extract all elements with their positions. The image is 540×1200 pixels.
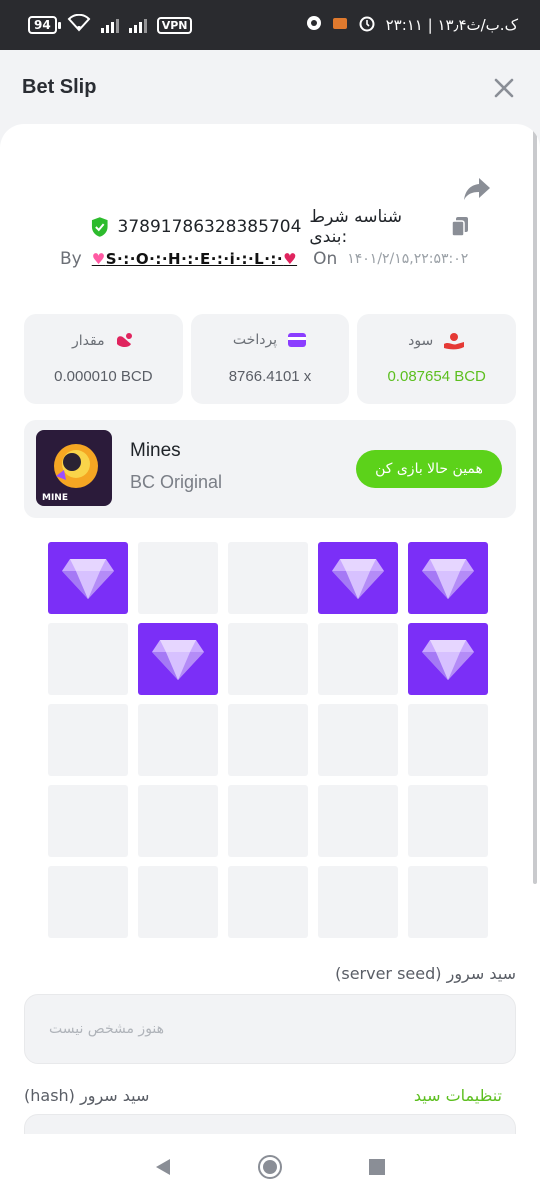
bet-timestamp: ۱۴۰۱/۲/۱۵,۲۲:۵۳:۰۲ [347, 251, 469, 267]
signal-icon [100, 17, 119, 33]
mines-tile [138, 542, 218, 614]
mines-tile [48, 785, 128, 857]
server-seed-field[interactable] [24, 994, 516, 1064]
mines-tile [48, 704, 128, 776]
game-provider: BC Original [130, 472, 223, 492]
battery-icon: 94 [28, 16, 61, 34]
copy-icon [451, 217, 468, 237]
mines-tile [318, 866, 398, 938]
game-card[interactable]: MINE Mines BC Original همین حالا بازی کن [24, 420, 516, 518]
status-time: ۲۳:۱۱ | ۱۳٫۴ک.ب/ث [385, 16, 518, 34]
mines-tile [318, 704, 398, 776]
bet-slip-content: 37891786328385704 شناسه شرط بندی: By ♥S·… [0, 124, 540, 1134]
mines-tile-gem [48, 542, 128, 614]
game-thumb-label: MINE [42, 493, 68, 503]
amount-icon [116, 333, 132, 347]
page-title: Bet Slip [22, 76, 97, 98]
status-left: 94 VPN [28, 13, 193, 36]
seed-settings-link[interactable]: تنظیمات سید [414, 1086, 502, 1105]
scrollbar[interactable] [533, 124, 537, 884]
mines-tile [228, 866, 308, 938]
game-thumbnail: MINE [36, 430, 112, 506]
mines-tile [408, 704, 488, 776]
gem-icon [62, 559, 114, 599]
stat-profit-value: 0.087654 BCD [387, 368, 486, 385]
stat-amount-value: 0.000010 BCD [54, 368, 153, 385]
mines-grid [48, 542, 490, 938]
notification-icon [306, 15, 322, 35]
stat-payout-label: پرداخت [232, 332, 278, 348]
vpn-icon: VPN [156, 16, 193, 34]
hash-field[interactable] [24, 1114, 516, 1134]
stat-amount-label: مقدار [72, 333, 105, 349]
status-right: ۲۳:۱۱ | ۱۳٫۴ک.ب/ث [306, 14, 518, 36]
close-button[interactable] [492, 76, 516, 100]
close-icon [494, 78, 514, 98]
gem-icon [422, 640, 474, 680]
on-label: On [313, 249, 338, 269]
stat-profit: سود 0.087654 BCD [357, 314, 517, 404]
stat-profit-label: سود [408, 333, 434, 349]
system-nav-bar [0, 1134, 540, 1200]
by-label: By [60, 249, 82, 269]
bet-id-label: شناسه شرط بندی: [309, 207, 403, 247]
alarm-icon [358, 14, 376, 36]
mines-tile [138, 704, 218, 776]
signal-icon-2 [128, 17, 147, 33]
copy-button[interactable] [450, 216, 470, 238]
profit-icon [444, 333, 465, 350]
server-seed-label: (server seed) سید سرور [335, 964, 516, 983]
stat-payout: پرداخت 8766.4101 x [190, 314, 350, 404]
header: Bet Slip [0, 50, 540, 128]
username-link[interactable]: ♥S·:·O·:·H·:·E·:·i·:·L·:·♥ [92, 250, 297, 268]
gem-icon [422, 559, 474, 599]
mines-tile [228, 704, 308, 776]
share-icon [464, 178, 490, 200]
hash-label: (hash) سید سرور [24, 1086, 150, 1105]
mines-tile [228, 785, 308, 857]
card-icon [288, 333, 307, 347]
home-icon [257, 1155, 282, 1179]
stat-payout-value: 8766.4101 x [228, 368, 312, 385]
mines-tile [318, 623, 398, 695]
hash-label-row: تنظیمات سید (hash) سید سرور [24, 1086, 516, 1105]
mines-tile [228, 542, 308, 614]
stat-amount: مقدار 0.000010 BCD [24, 314, 183, 404]
mines-tile-gem [408, 623, 488, 695]
mines-tile [228, 623, 308, 695]
bet-id-value: 37891786328385704 [117, 217, 302, 237]
mines-tile-gem [408, 542, 488, 614]
mines-tile [318, 785, 398, 857]
gem-icon [332, 559, 384, 599]
gem-icon [152, 640, 204, 680]
status-bar: 94 VPN ۲۳:۱۱ | ۱۳٫۴ک.ب/ث [0, 0, 540, 50]
mines-tile [48, 623, 128, 695]
mines-tile [138, 785, 218, 857]
wifi-icon [67, 13, 91, 36]
heart-icon: ♥ [91, 250, 106, 268]
mines-tile [138, 866, 218, 938]
bet-stats: مقدار 0.000010 BCD پرداخت 8766.4101 x سو… [24, 314, 517, 404]
share-button[interactable] [462, 176, 492, 202]
play-now-button[interactable]: همین حالا بازی کن [356, 450, 502, 488]
bet-id-row: 37891786328385704 شناسه شرط بندی: [90, 207, 470, 247]
back-icon [156, 1159, 171, 1175]
username-text: S·:·O·:·H·:·E·:·i·:·L·:· [105, 250, 284, 268]
game-name: Mines [130, 440, 181, 461]
back-button[interactable] [143, 1147, 183, 1187]
recents-icon [368, 1159, 385, 1175]
mines-tile [408, 866, 488, 938]
mines-tile [48, 866, 128, 938]
app-icon [332, 15, 348, 35]
mines-tile [408, 785, 488, 857]
recents-button[interactable] [357, 1147, 397, 1187]
bettor-row: By ♥S·:·O·:·H·:·E·:·i·:·L·:·♥ On ۱۴۰۱/۲/… [60, 244, 480, 274]
server-seed-label-row: (server seed) سید سرور [24, 964, 516, 983]
home-button[interactable] [250, 1147, 290, 1187]
verified-shield-icon [91, 217, 108, 237]
mines-tile-gem [138, 623, 218, 695]
heart-icon-red: ♥ [283, 250, 298, 268]
mines-tile-gem [318, 542, 398, 614]
